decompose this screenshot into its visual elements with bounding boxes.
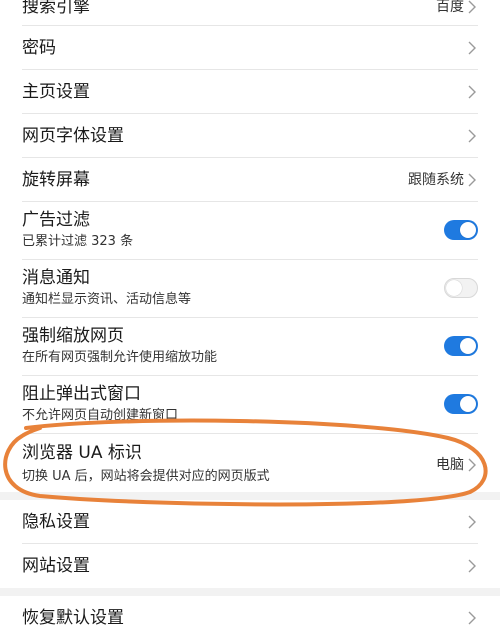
force-zoom-label: 强制缩放网页 [22, 326, 124, 346]
ad-filter-count: 已累计过滤 323 条 [22, 234, 134, 249]
chevron-right-icon [468, 0, 476, 14]
setting-password[interactable]: 密码 [0, 26, 500, 70]
ua-value: 电脑 [436, 457, 464, 473]
chevron-right-icon [468, 458, 476, 472]
section-divider [0, 588, 500, 596]
setting-reset-defaults[interactable]: 恢复默认设置 [0, 596, 500, 640]
browser-settings-screen: 搜索引擎 百度 密码 主页设置 网页字体设置 旋转屏幕 跟随系统 广告过滤 已累… [0, 0, 500, 640]
font-label: 网页字体设置 [22, 126, 124, 146]
setting-browser-ua[interactable]: 浏览器 UA 标识 切换 UA 后，网站将会提供对应的网页版式 电脑 [0, 434, 500, 492]
chevron-right-icon [468, 173, 476, 187]
search-engine-label: 搜索引擎 [22, 0, 90, 17]
setting-site[interactable]: 网站设置 [0, 544, 500, 588]
search-engine-value: 百度 [436, 0, 464, 15]
setting-privacy[interactable]: 隐私设置 [0, 500, 500, 544]
setting-force-zoom: 强制缩放网页 在所有网页强制允许使用缩放功能 [0, 318, 500, 376]
chevron-right-icon [468, 611, 476, 625]
rotate-label: 旋转屏幕 [22, 170, 90, 190]
ua-description: 切换 UA 后，网站将会提供对应的网页版式 [22, 469, 270, 484]
notification-toggle[interactable] [444, 278, 478, 298]
ad-filter-label: 广告过滤 [22, 210, 90, 230]
block-popup-label: 阻止弹出式窗口 [22, 384, 141, 404]
ad-filter-toggle[interactable] [444, 220, 478, 240]
chevron-right-icon [468, 129, 476, 143]
block-popup-description: 不允许网页自动创建新窗口 [22, 408, 179, 423]
privacy-label: 隐私设置 [22, 512, 90, 532]
password-label: 密码 [22, 38, 56, 58]
chevron-right-icon [468, 559, 476, 573]
homepage-label: 主页设置 [22, 82, 90, 102]
force-zoom-toggle[interactable] [444, 336, 478, 356]
force-zoom-description: 在所有网页强制允许使用缩放功能 [22, 350, 218, 365]
notification-label: 消息通知 [22, 268, 90, 288]
setting-rotate-screen[interactable]: 旋转屏幕 跟随系统 [0, 158, 500, 202]
setting-font[interactable]: 网页字体设置 [0, 114, 500, 158]
setting-notification: 消息通知 通知栏显示资讯、活动信息等 [0, 260, 500, 318]
chevron-right-icon [468, 515, 476, 529]
section-divider [0, 492, 500, 500]
ua-label: 浏览器 UA 标识 [22, 443, 142, 463]
chevron-right-icon [468, 85, 476, 99]
setting-homepage[interactable]: 主页设置 [0, 70, 500, 114]
setting-block-popup: 阻止弹出式窗口 不允许网页自动创建新窗口 [0, 376, 500, 434]
reset-label: 恢复默认设置 [22, 608, 124, 628]
block-popup-toggle[interactable] [444, 394, 478, 414]
setting-search-engine[interactable]: 搜索引擎 百度 [0, 0, 500, 26]
site-label: 网站设置 [22, 556, 90, 576]
chevron-right-icon [468, 41, 476, 55]
setting-ad-filter: 广告过滤 已累计过滤 323 条 [0, 202, 500, 260]
notification-description: 通知栏显示资讯、活动信息等 [22, 292, 192, 307]
rotate-value: 跟随系统 [408, 172, 464, 188]
